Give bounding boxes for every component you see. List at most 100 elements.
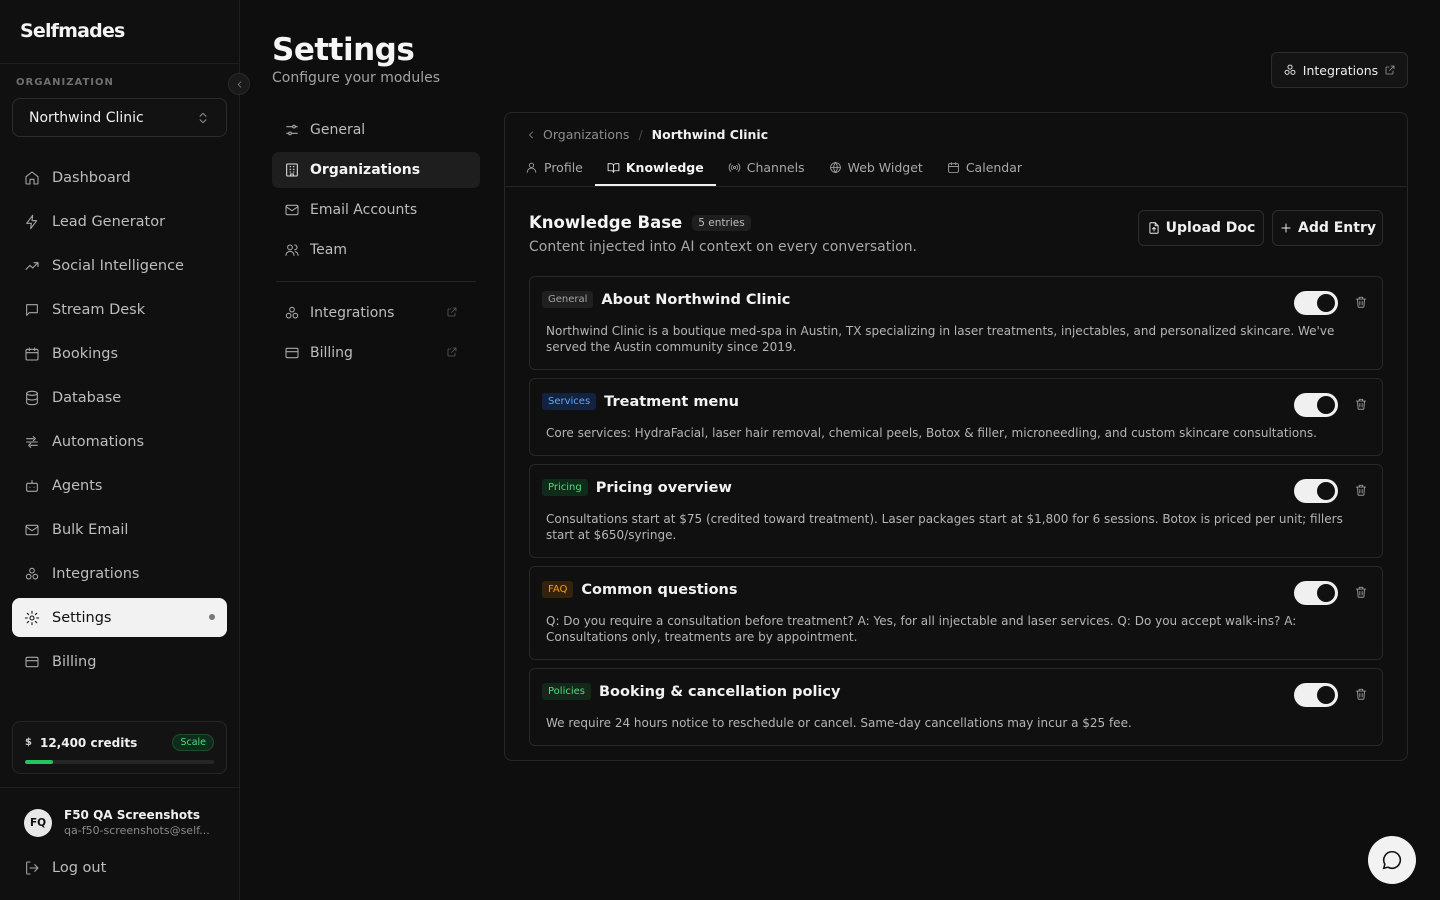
external-link-icon	[1384, 64, 1396, 76]
sidebar-item-lead-generator[interactable]: Lead Generator	[12, 202, 227, 241]
sidebar-item-dashboard[interactable]: Dashboard	[12, 158, 227, 197]
sidebar-item-agents[interactable]: Agents	[12, 466, 227, 505]
sidebar-item-integrations[interactable]: Integrations	[12, 554, 227, 593]
entry-enabled-toggle[interactable]	[1294, 479, 1338, 503]
user-profile[interactable]: FQ F50 QA Screenshots qa-f50-screenshots…	[24, 808, 214, 837]
subnav-item-label: Email Accounts	[310, 202, 418, 218]
sidebar-item-automations[interactable]: Automations	[12, 422, 227, 461]
entry-content: Q: Do you require a consultation before …	[546, 614, 1297, 644]
main-nav: Dashboard Lead Generator Social Intellig…	[12, 158, 227, 686]
subnav-item-integrations[interactable]: Integrations	[272, 295, 480, 331]
app-logo[interactable]: Selfmades	[20, 20, 125, 42]
sidebar-item-label: Social Intelligence	[52, 257, 184, 274]
home-icon	[24, 170, 40, 186]
subnav-item-organizations[interactable]: Organizations	[272, 152, 480, 188]
tab-label: Knowledge	[625, 160, 704, 175]
knowledge-base-description: Content injected into AI context on ever…	[529, 239, 917, 255]
entry-title[interactable]: Pricing overview	[596, 480, 732, 496]
external-link-icon	[446, 306, 458, 318]
tab-label: Web Widget	[847, 160, 923, 175]
tabs-divider	[505, 186, 1407, 187]
tab-label: Profile	[544, 160, 583, 175]
calendar-icon	[947, 161, 960, 174]
entry-category-tag: General	[542, 291, 594, 308]
sidebar-item-database[interactable]: Database	[12, 378, 227, 417]
chat-launcher-button[interactable]	[1368, 836, 1416, 884]
sidebar-item-label: Automations	[52, 433, 145, 450]
breadcrumb-current: Northwind Clinic	[651, 127, 769, 142]
sidebar-item-label: Settings	[52, 609, 112, 626]
tab-calendar[interactable]: Calendar	[935, 151, 1034, 186]
entry-enabled-toggle[interactable]	[1294, 581, 1338, 605]
entry-content: Consultations start at $75 (credited tow…	[546, 512, 1343, 542]
sidebar-item-billing[interactable]: Billing	[12, 642, 227, 681]
workflow-icon	[24, 434, 40, 450]
credits-card[interactable]: $ 12,400 credits Scale	[12, 721, 227, 774]
chevron-up-down-icon	[196, 111, 210, 125]
entry-category-tag: Policies	[542, 683, 591, 700]
breadcrumb-parent[interactable]: Organizations	[543, 127, 629, 142]
subnav-item-label: Billing	[310, 345, 353, 361]
entry-title[interactable]: Booking & cancellation policy	[599, 684, 840, 700]
integrations-button[interactable]: Integrations	[1271, 52, 1408, 88]
entry-enabled-toggle[interactable]	[1294, 683, 1338, 707]
entry-enabled-toggle[interactable]	[1294, 393, 1338, 417]
sidebar-item-settings[interactable]: Settings	[12, 598, 227, 637]
tab-channels[interactable]: Channels	[716, 151, 817, 186]
tab-profile[interactable]: Profile	[513, 151, 595, 186]
subnav-divider	[276, 281, 476, 282]
book-icon	[607, 161, 620, 174]
sidebar-item-label: Billing	[52, 653, 97, 670]
knowledge-base-title: Knowledge Base	[529, 213, 683, 232]
organization-select[interactable]: Northwind Clinic	[12, 98, 227, 137]
entry-enabled-toggle[interactable]	[1294, 291, 1338, 315]
sidebar-item-social-intelligence[interactable]: Social Intelligence	[12, 246, 227, 285]
subnav-item-billing[interactable]: Billing	[272, 335, 480, 371]
chevron-left-icon[interactable]	[525, 129, 537, 141]
sidebar-divider	[0, 63, 239, 64]
knowledge-entry: Pricing Pricing overview Consultations s…	[529, 464, 1383, 558]
mail-icon	[24, 522, 40, 538]
upload-doc-button[interactable]: Upload Doc	[1138, 210, 1264, 246]
credits-amount: 12,400 credits	[39, 735, 138, 750]
mail-icon	[284, 202, 300, 218]
entry-category-tag: Services	[542, 393, 597, 410]
card-icon	[284, 345, 300, 361]
collapse-sidebar-button[interactable]	[228, 73, 250, 95]
subnav-item-label: Integrations	[310, 305, 395, 321]
tab-knowledge[interactable]: Knowledge	[594, 151, 716, 186]
subnav-item-team[interactable]: Team	[272, 232, 480, 268]
file-upload-icon	[1147, 221, 1161, 235]
sidebar-item-stream-desk[interactable]: Stream Desk	[12, 290, 227, 329]
tab-web-widget[interactable]: Web Widget	[817, 151, 935, 186]
avatar: FQ	[24, 808, 52, 837]
subnav-item-email-accounts[interactable]: Email Accounts	[272, 192, 480, 228]
trash-icon[interactable]	[1354, 483, 1368, 497]
trash-icon[interactable]	[1354, 397, 1368, 411]
user-name: F50 QA Screenshots	[64, 808, 201, 822]
user-email: qa-f50-screenshots@self...	[64, 824, 210, 837]
sidebar-item-bulk-email[interactable]: Bulk Email	[12, 510, 227, 549]
entry-title[interactable]: Treatment menu	[604, 394, 739, 410]
tab-label: Channels	[746, 160, 805, 175]
entry-content: We require 24 hours notice to reschedule…	[546, 716, 1132, 730]
subnav-item-label: General	[310, 122, 366, 138]
trash-icon[interactable]	[1354, 585, 1368, 599]
external-link-icon	[446, 346, 458, 358]
entry-content: Core services: HydraFacial, laser hair r…	[546, 426, 1317, 440]
sidebar-item-bookings[interactable]: Bookings	[12, 334, 227, 373]
subnav-item-general[interactable]: General	[272, 112, 480, 148]
trend-icon	[24, 258, 40, 274]
trash-icon[interactable]	[1354, 295, 1368, 309]
sliders-icon	[284, 122, 300, 138]
integrations-icon	[284, 305, 300, 321]
logout-button[interactable]: Log out	[24, 860, 106, 876]
entry-category-tag: Pricing	[542, 479, 588, 496]
entry-title[interactable]: About Northwind Clinic	[601, 292, 790, 308]
trash-icon[interactable]	[1354, 687, 1368, 701]
plan-badge: Scale	[172, 734, 214, 751]
credits-progress-fill	[25, 760, 54, 764]
entry-title[interactable]: Common questions	[581, 582, 737, 598]
integrations-icon	[24, 566, 40, 582]
add-entry-button[interactable]: Add Entry	[1272, 210, 1383, 246]
